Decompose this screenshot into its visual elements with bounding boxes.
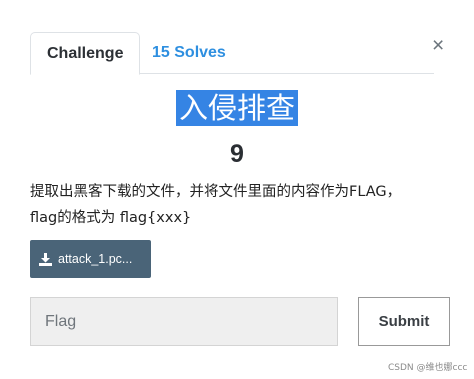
challenge-title: 入侵排查 xyxy=(175,90,298,126)
challenge-title-wrap: 入侵排查 xyxy=(0,90,474,126)
close-icon[interactable]: × xyxy=(432,35,444,56)
download-icon xyxy=(39,252,52,266)
description-line-1: 提取出黑客下载的文件，并将文件里面的内容作为FLAG， xyxy=(30,184,402,200)
tab-challenge[interactable]: Challenge xyxy=(30,32,141,75)
description-line-2: flag的格式为 flag{xxx} xyxy=(30,210,192,226)
watermark: CSDN @维也娜ccc xyxy=(388,363,468,373)
file-name: attack_1.pc... xyxy=(58,252,133,266)
download-file-button[interactable]: attack_1.pc... xyxy=(30,240,151,278)
flag-input[interactable] xyxy=(30,297,338,346)
challenge-modal: Challenge 15 Solves × 入侵排查 9 提取出黑客下载的文件，… xyxy=(0,0,474,379)
tab-bar: Challenge 15 Solves xyxy=(30,32,434,75)
challenge-description: 提取出黑客下载的文件，并将文件里面的内容作为FLAG， flag的格式为 fla… xyxy=(30,179,450,231)
submit-button[interactable]: Submit xyxy=(358,297,450,346)
challenge-points: 9 xyxy=(230,140,244,168)
tab-solves[interactable]: 15 Solves xyxy=(136,32,242,75)
